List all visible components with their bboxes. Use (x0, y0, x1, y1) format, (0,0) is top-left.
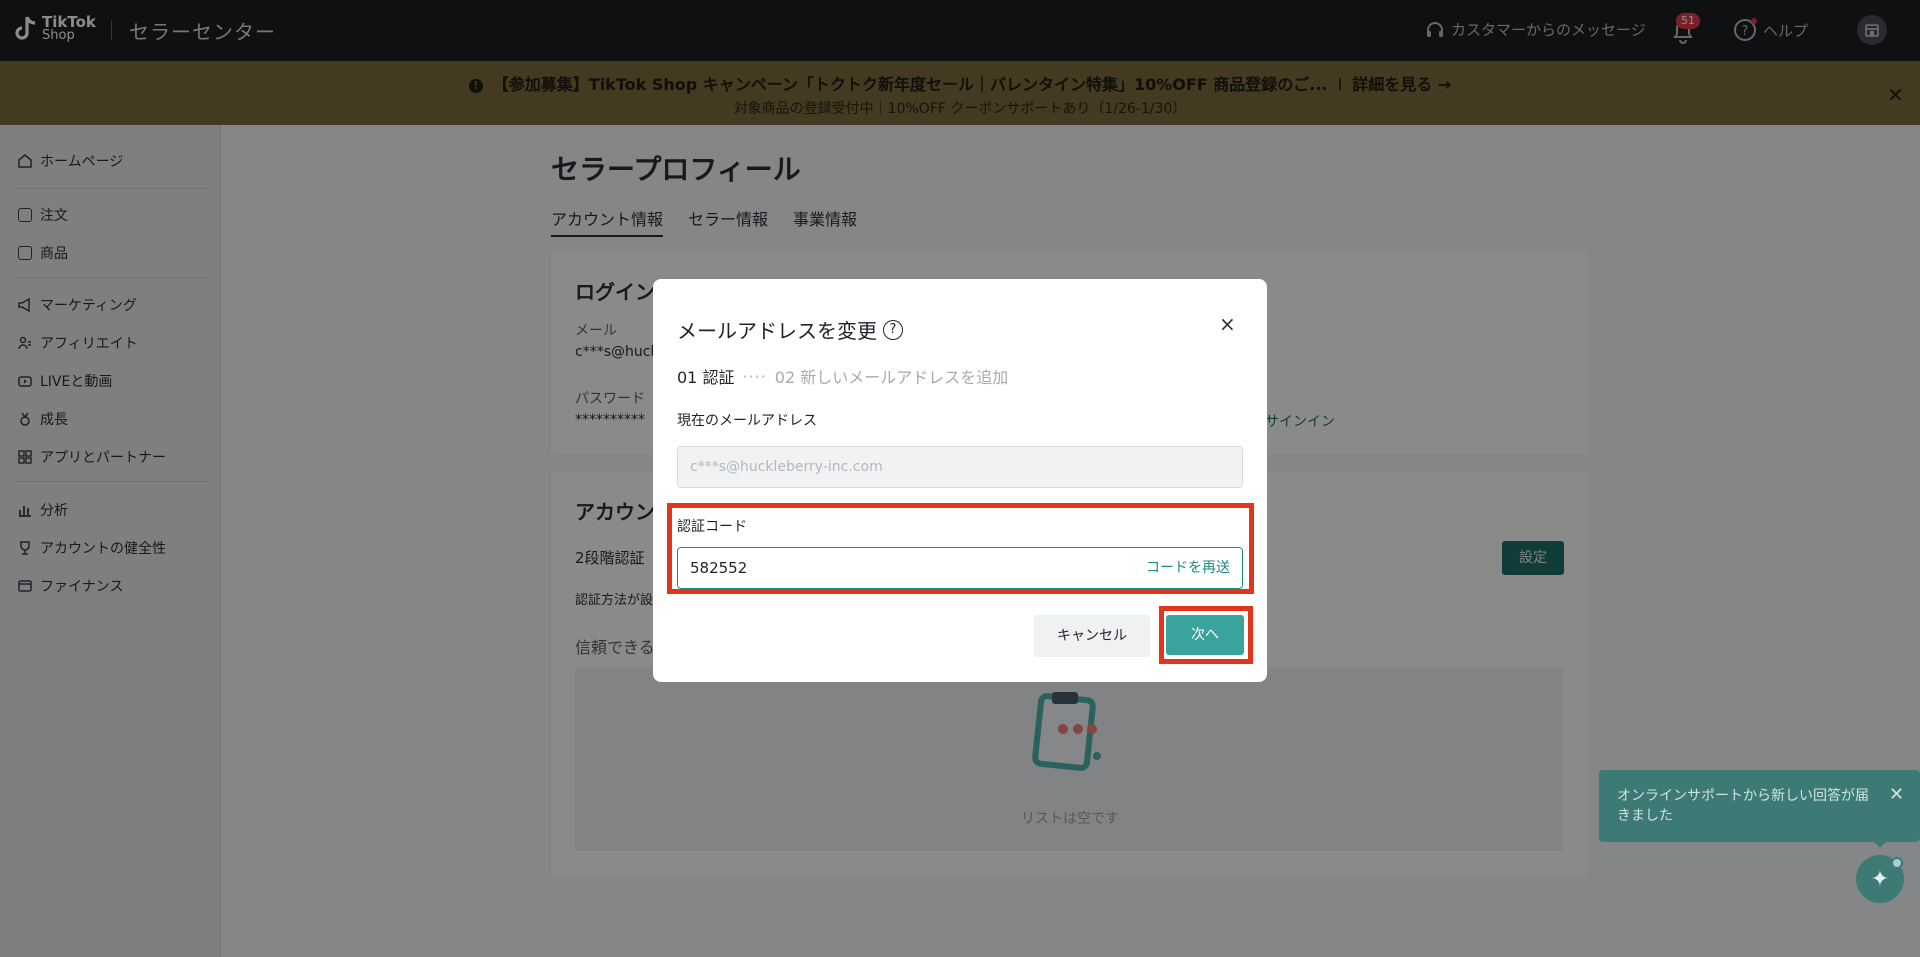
toast-message: オンラインサポートから新しい回答が届きました (1617, 788, 1869, 824)
support-reply-toast[interactable]: オンラインサポートから新しい回答が届きました ✕ (1599, 770, 1920, 842)
step-add-new-email: 02 新しいメールアドレスを追加 (774, 368, 1009, 387)
help-question-icon[interactable]: ? (883, 319, 903, 340)
verification-code-input[interactable]: 582552 コードを再送 (677, 547, 1243, 589)
modal-title-text: メールアドレスを変更 (677, 319, 877, 343)
step-connector: ···· (742, 366, 767, 386)
step-verify: 01 認証 (677, 368, 735, 387)
verification-code-value: 582552 (690, 559, 748, 577)
next-button[interactable]: 次へ (1166, 615, 1244, 655)
assistant-status-dot (1891, 857, 1903, 869)
cancel-button[interactable]: キャンセル (1034, 615, 1150, 657)
change-email-modal: メールアドレスを変更 ? × 01 認証 ···· 02 新しいメールアドレスを… (653, 279, 1267, 682)
current-email-field: c***s@huckleberry-inc.com (677, 446, 1243, 488)
current-email-label: 現在のメールアドレス (677, 413, 817, 429)
verification-code-label: 認証コード (677, 519, 747, 535)
modal-title: メールアドレスを変更 ? (677, 315, 903, 344)
resend-code-link[interactable]: コードを再送 (1146, 548, 1230, 588)
toast-close-icon[interactable]: ✕ (1889, 784, 1904, 805)
toast-pointer (1872, 840, 1888, 848)
sparkle-icon: ✦ (1870, 866, 1890, 892)
step-indicator: 01 認証 ···· 02 新しいメールアドレスを追加 (677, 364, 1008, 388)
close-icon[interactable]: × (1219, 312, 1236, 336)
